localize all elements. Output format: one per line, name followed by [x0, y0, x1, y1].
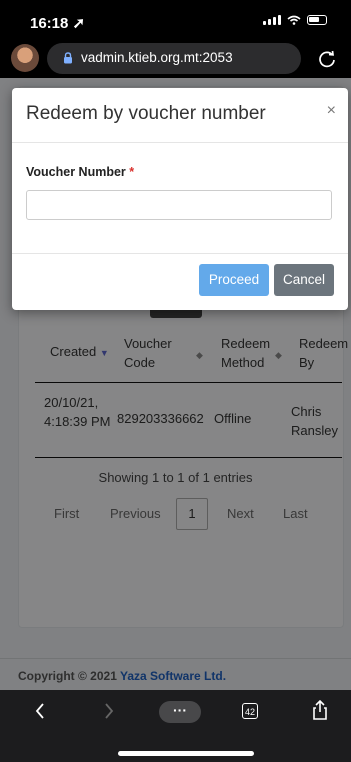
share-icon[interactable]	[311, 700, 329, 720]
cancel-button[interactable]: Cancel	[274, 264, 334, 296]
tabs-icon[interactable]: 42	[242, 703, 258, 719]
voucher-number-input[interactable]	[26, 190, 332, 220]
modal-body: Voucher Number *	[12, 143, 348, 254]
address-url: vadmin.ktieb.org.mt:2053	[81, 50, 233, 65]
status-bar: 16:18 ➚	[0, 0, 351, 40]
phone-frame: 16:18 ➚ vadmin.ktieb.org.mt:2053 Created…	[0, 0, 351, 762]
modal-header: Redeem by voucher number ×	[12, 88, 348, 143]
reload-icon[interactable]	[317, 49, 337, 69]
status-icons	[263, 15, 327, 25]
required-mark: *	[129, 165, 135, 179]
voucher-number-label: Voucher Number *	[26, 165, 135, 179]
more-button[interactable]: ···	[159, 701, 201, 723]
address-bar[interactable]: vadmin.ktieb.org.mt:2053	[47, 43, 301, 74]
redeem-voucher-modal: Redeem by voucher number × Voucher Numbe…	[12, 88, 348, 310]
profile-avatar[interactable]	[11, 44, 39, 72]
close-icon[interactable]: ×	[327, 102, 336, 120]
status-time: 16:18 ➚	[30, 15, 86, 32]
back-icon[interactable]	[34, 702, 46, 720]
proceed-button[interactable]: Proceed	[199, 264, 269, 296]
home-indicator	[118, 751, 254, 756]
lock-icon	[64, 52, 72, 64]
browser-address-row: vadmin.ktieb.org.mt:2053	[0, 40, 351, 78]
modal-title: Redeem by voucher number	[26, 103, 266, 124]
forward-icon[interactable]	[103, 702, 115, 720]
signal-icon	[263, 15, 281, 25]
wifi-icon	[287, 15, 301, 25]
battery-icon	[307, 15, 327, 25]
